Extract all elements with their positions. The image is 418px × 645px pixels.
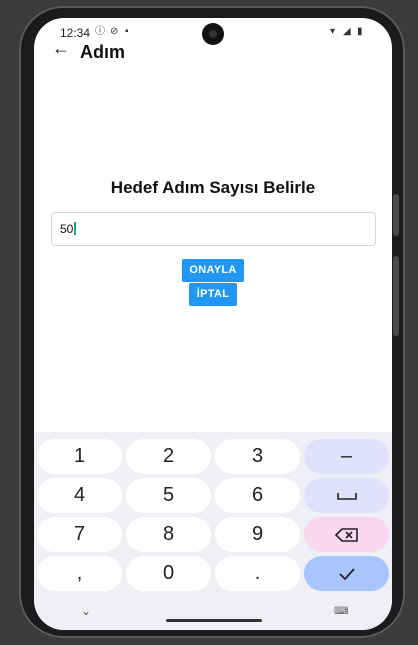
key-4[interactable]: 4 xyxy=(37,478,122,513)
screen: 12:34 ⓘ ⊘ ▪ ▾ ◢ ▮ ← Adım Hedef Adım Sayı… xyxy=(34,18,392,630)
app-bar: ← Adım xyxy=(34,40,392,62)
key-comma[interactable]: , xyxy=(37,556,122,591)
key-3[interactable]: 3 xyxy=(215,439,300,474)
page-title: Hedef Adım Sayısı Belirle xyxy=(110,178,316,197)
space-key[interactable] xyxy=(304,478,389,513)
wifi-icon: ▾ xyxy=(330,26,336,37)
key-period[interactable]: . xyxy=(215,556,300,591)
status-time: 12:34 xyxy=(60,26,91,40)
checkmark-icon xyxy=(338,568,355,581)
numeric-keyboard: 1 2 3 – 4 5 6 7 8 9 , 0 . ⌄ ⌨ xyxy=(34,432,392,630)
key-1[interactable]: 1 xyxy=(37,439,122,474)
cancel-button[interactable]: İPTAL xyxy=(189,283,237,306)
signal-icon: ◢ xyxy=(343,26,351,37)
text-caret xyxy=(74,222,77,235)
key-9[interactable]: 9 xyxy=(215,517,300,552)
confirm-button[interactable]: ONAYLA xyxy=(182,259,244,282)
backspace-key[interactable] xyxy=(304,517,389,552)
done-key[interactable] xyxy=(304,556,389,591)
navigation-handle[interactable] xyxy=(166,619,262,622)
info-icon: ⓘ xyxy=(95,26,105,37)
key-minus[interactable]: – xyxy=(304,439,389,474)
volume-button xyxy=(393,256,399,336)
key-6[interactable]: 6 xyxy=(215,478,300,513)
key-0[interactable]: 0 xyxy=(126,556,211,591)
key-5[interactable]: 5 xyxy=(126,478,211,513)
key-2[interactable]: 2 xyxy=(126,439,211,474)
backspace-icon xyxy=(334,527,358,542)
battery-icon: ▮ xyxy=(357,26,363,37)
app-title: Adım xyxy=(80,42,125,62)
step-goal-input[interactable]: 50 xyxy=(51,212,376,246)
power-button xyxy=(393,194,399,236)
space-icon xyxy=(336,492,357,500)
hide-keyboard-icon[interactable]: ⌄ xyxy=(81,604,91,618)
sim-icon: ▪ xyxy=(125,26,129,37)
keyboard-switch-icon[interactable]: ⌨ xyxy=(334,606,348,617)
key-7[interactable]: 7 xyxy=(37,517,122,552)
key-8[interactable]: 8 xyxy=(126,517,211,552)
back-arrow-icon[interactable]: ← xyxy=(52,40,70,59)
dnd-icon: ⊘ xyxy=(110,26,119,37)
step-goal-value: 50 xyxy=(60,222,77,236)
